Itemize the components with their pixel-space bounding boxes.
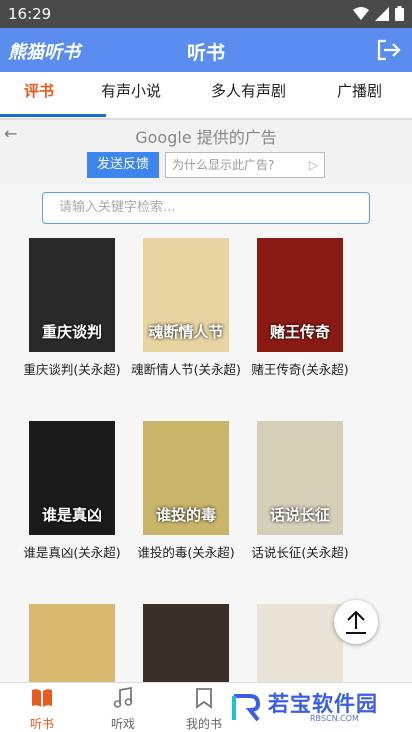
book-cover[interactable]: 猎人与 [143, 604, 229, 682]
book-title: 话说长征(关永超) [251, 545, 349, 560]
status-time: 16:29 [8, 5, 52, 23]
book-cover[interactable]: 谁是真凶 [29, 421, 115, 535]
book-icon [32, 689, 52, 707]
nav-tingshu[interactable]: 听书 [12, 687, 72, 732]
ad-provider-label: Google 提供的广告 [135, 128, 277, 147]
ad-banner: ← Google 提供的广告 发送反馈 为什么显示此广告? ▷ [0, 120, 412, 184]
scroll-top-button[interactable] [334, 600, 378, 644]
tab-multi-voice-drama[interactable]: 多人有声剧 [211, 80, 286, 101]
nav-label: 听书 [29, 717, 54, 731]
book-cover-text: 魂断情人节 [148, 323, 224, 341]
send-feedback-button[interactable]: 发送反馈 [87, 152, 159, 178]
watermark-logo-icon [232, 694, 261, 722]
book-title: 赌王传奇(关永超) [251, 362, 349, 377]
search-input[interactable]: 请输入关键字检索... [42, 192, 370, 224]
wifi-icon [353, 6, 369, 20]
book-cover-text: 谁投的毒 [155, 506, 216, 524]
book-cover[interactable] [29, 604, 115, 682]
book-cover[interactable]: 狗的忠 [257, 604, 343, 682]
category-tabs: 评书 有声小说 多人有声剧 广播剧 [0, 72, 412, 118]
book-cover-text: 谁是真凶 [41, 506, 102, 524]
status-bar: 16:29 [0, 0, 412, 28]
play-icon: ▷ [308, 158, 318, 172]
book-cover[interactable]: 赌王传奇 [257, 238, 343, 352]
book-cover[interactable]: 魂断情人节 [143, 238, 229, 352]
book-cover[interactable]: 谁投的毒 [143, 421, 229, 535]
tab-pingshu[interactable]: 评书 [24, 80, 54, 101]
nav-label: 听戏 [110, 717, 135, 731]
book-cover-text: 重庆谈判 [41, 323, 102, 341]
watermark: 若宝软件园 RBSCN.COM [222, 686, 412, 730]
book-cover[interactable]: 重庆谈判 [29, 238, 115, 352]
page-title: 听书 [186, 42, 225, 64]
tab-radio-drama[interactable]: 广播剧 [337, 80, 382, 101]
music-icon [113, 686, 133, 708]
arrow-up-icon [346, 610, 366, 634]
watermark-url: RBSCN.COM [310, 714, 359, 723]
book-cover-text: 赌王传奇 [269, 323, 330, 341]
exit-icon[interactable] [376, 38, 402, 62]
why-this-ad-button[interactable]: 为什么显示此广告? ▷ [165, 152, 325, 178]
bookmark-icon [196, 688, 212, 709]
tab-indicator [0, 114, 106, 117]
tab-audio-novel[interactable]: 有声小说 [101, 80, 161, 101]
battery-icon [395, 6, 404, 21]
signal-icon [375, 6, 389, 21]
status-icons [353, 6, 404, 21]
book-cover[interactable]: 话说长征 [257, 421, 343, 535]
why-this-ad-label: 为什么显示此广告? [172, 158, 275, 172]
app-bar: 熊猫听书 听书 [0, 28, 412, 72]
book-cover-text: 话说长征 [269, 506, 330, 524]
nav-tingxi[interactable]: 听戏 [93, 686, 153, 732]
